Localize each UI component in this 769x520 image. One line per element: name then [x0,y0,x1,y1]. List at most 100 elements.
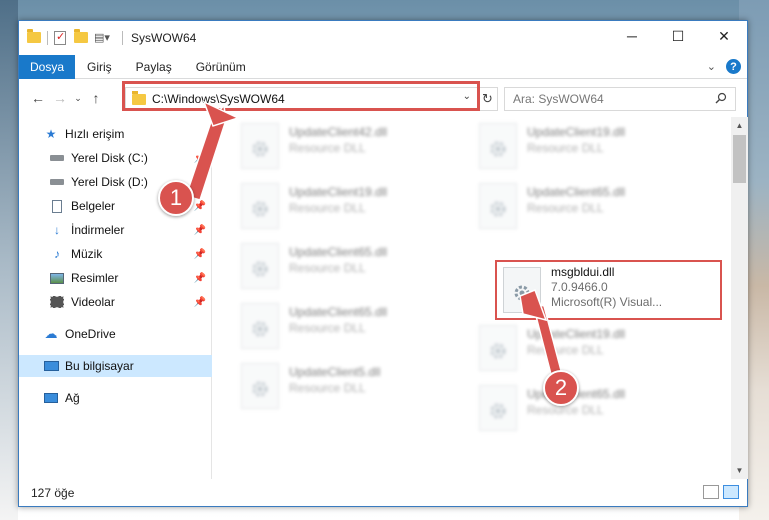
target-file-tile[interactable]: msgbldui.dll 7.0.9466.0 Microsoft(R) Vis… [495,260,722,320]
dll-file-icon [503,267,541,313]
file-name: UpdateClient19.dll [527,125,626,139]
item-count: 127 öğe [31,486,75,500]
file-list: UpdateClient42.dll Resource DLL UpdateCl… [213,117,731,479]
file-tile[interactable]: UpdateClient19.dll Resource DLL [469,121,694,173]
sidebar-item-label: Yerel Disk (D:) [71,175,148,189]
pin-icon[interactable]: 📌 [194,201,206,212]
dll-file-icon [479,325,517,371]
explorer-window: ▤▾ SysWOW64 ─ ☐ ✕ Dosya Giriş Paylaş Gör… [18,20,748,507]
callout-one: 1 [158,180,194,216]
sidebar-item-pictures[interactable]: Resimler 📌 [19,267,212,289]
drive-icon [49,175,65,189]
sidebar-item-label: Yerel Disk (C:) [71,151,148,165]
scroll-up-icon[interactable]: ▲ [731,117,748,134]
details-view-icon[interactable] [703,485,719,499]
file-tile[interactable]: UpdateClient19.dll Resource DLL [469,323,694,375]
new-folder-icon[interactable] [74,29,88,45]
file-description: Resource DLL [289,201,366,215]
file-name: UpdateClient19.dll [289,185,388,199]
sidebar-item-label: Resimler [71,271,119,285]
sidebar-item-label: İndirmeler [71,223,125,237]
file-tile[interactable]: UpdateClient65.dll Resource DLL [469,383,694,435]
folder-icon [132,90,146,105]
large-icons-view-icon[interactable] [723,485,739,499]
cloud-icon: ☁ [44,326,58,341]
toolbar-divider [122,31,123,45]
tab-share[interactable]: Paylaş [124,60,184,74]
file-name: UpdateClient65.dll [289,305,388,319]
search-input[interactable]: Ara: SysWOW64 [504,87,736,111]
customize-toolbar-icon[interactable]: ▤▾ [94,31,116,45]
minimize-button[interactable]: ─ [609,21,655,51]
file-name: UpdateClient5.dll [289,365,381,379]
pin-icon[interactable]: 📌 [194,225,206,236]
videos-icon [49,295,65,309]
back-arrow-icon[interactable]: ← [27,86,49,110]
search-icon[interactable] [715,92,727,104]
sidebar-item-label: Belgeler [71,199,116,213]
file-tile[interactable]: UpdateClient65.dll Resource DLL [469,181,694,233]
sidebar-item-network[interactable]: Ağ [19,387,212,409]
properties-icon[interactable] [54,30,68,45]
file-tile[interactable]: UpdateClient65.dll Resource DLL [231,241,456,293]
chevron-down-icon[interactable]: ⌄ [463,91,471,102]
pin-icon[interactable]: 📌 [194,249,206,260]
address-path[interactable]: C:\Windows\SysWOW64 [152,92,285,106]
address-bar[interactable]: C:\Windows\SysWOW64 ⌄ [125,87,478,111]
file-tile[interactable]: UpdateClient5.dll Resource DLL [231,361,456,413]
folder-icon [27,29,41,45]
window-title: SysWOW64 [131,31,197,45]
sidebar-item-downloads[interactable]: ↓ İndirmeler 📌 [19,219,212,241]
file-name: UpdateClient65.dll [289,245,388,259]
tab-view[interactable]: Görünüm [184,60,258,74]
title-bar: ▤▾ SysWOW64 ─ ☐ ✕ [19,21,747,55]
file-tile[interactable]: UpdateClient42.dll Resource DLL [231,121,456,173]
sidebar-item-onedrive[interactable]: ☁ OneDrive [19,323,212,345]
file-description: Resource DLL [527,403,604,417]
drive-icon [49,151,65,165]
scroll-down-icon[interactable]: ▼ [731,462,748,479]
dll-file-icon [241,123,279,169]
dll-file-icon [479,123,517,169]
file-tile[interactable]: UpdateClient19.dll Resource DLL [231,181,456,233]
sidebar-item-videos[interactable]: Videolar 📌 [19,291,212,313]
sidebar-item-label: Bu bilgisayar [65,359,134,373]
refresh-button[interactable]: ↻ [478,87,498,111]
pin-icon[interactable]: 📌 [194,273,206,284]
close-button[interactable]: ✕ [701,21,747,51]
pin-icon[interactable]: 📌 [194,297,206,308]
dll-file-icon [241,303,279,349]
file-description: Resource DLL [527,343,604,357]
file-description: Resource DLL [289,261,366,275]
sidebar-item-music[interactable]: ♪ Müzik 📌 [19,243,212,265]
help-icon[interactable]: ? [726,59,741,74]
tab-home[interactable]: Giriş [75,60,124,74]
callout-two: 2 [543,370,579,406]
sidebar-item-this-pc[interactable]: Bu bilgisayar [19,355,212,377]
ribbon-tabs: Dosya Giriş Paylaş Görünüm ⌄ ? [19,54,747,79]
sidebar-item-quick-access[interactable]: ★ Hızlı erişim [19,123,212,145]
sidebar-item-label: Ağ [65,391,80,405]
forward-arrow-icon[interactable]: → [49,86,71,110]
star-icon: ★ [45,127,57,141]
vertical-scrollbar[interactable]: ▲ ▼ [731,117,748,479]
tab-file[interactable]: Dosya [19,54,75,79]
file-name: UpdateClient42.dll [289,125,388,139]
file-tile[interactable]: UpdateClient65.dll Resource DLL [231,301,456,353]
file-description: Resource DLL [527,141,604,155]
file-description: Resource DLL [289,381,366,395]
sidebar-item-local-disk-c[interactable]: Yerel Disk (C:) 📌 [19,147,212,169]
maximize-button[interactable]: ☐ [655,21,701,51]
quick-access-toolbar: ▤▾ [27,29,123,45]
file-name: msgbldui.dll [551,265,615,279]
chevron-down-icon[interactable]: ⌄ [707,60,716,73]
recent-locations-chevron-icon[interactable]: ⌄ [71,86,85,110]
dll-file-icon [479,385,517,431]
pin-icon[interactable]: 📌 [194,177,206,188]
scrollbar-thumb[interactable] [733,135,746,183]
up-arrow-icon[interactable]: ↑ [85,86,107,110]
file-name: UpdateClient19.dll [527,327,626,341]
dll-file-icon [241,363,279,409]
status-bar: 127 öğe [19,479,747,507]
pin-icon[interactable]: 📌 [194,153,206,164]
